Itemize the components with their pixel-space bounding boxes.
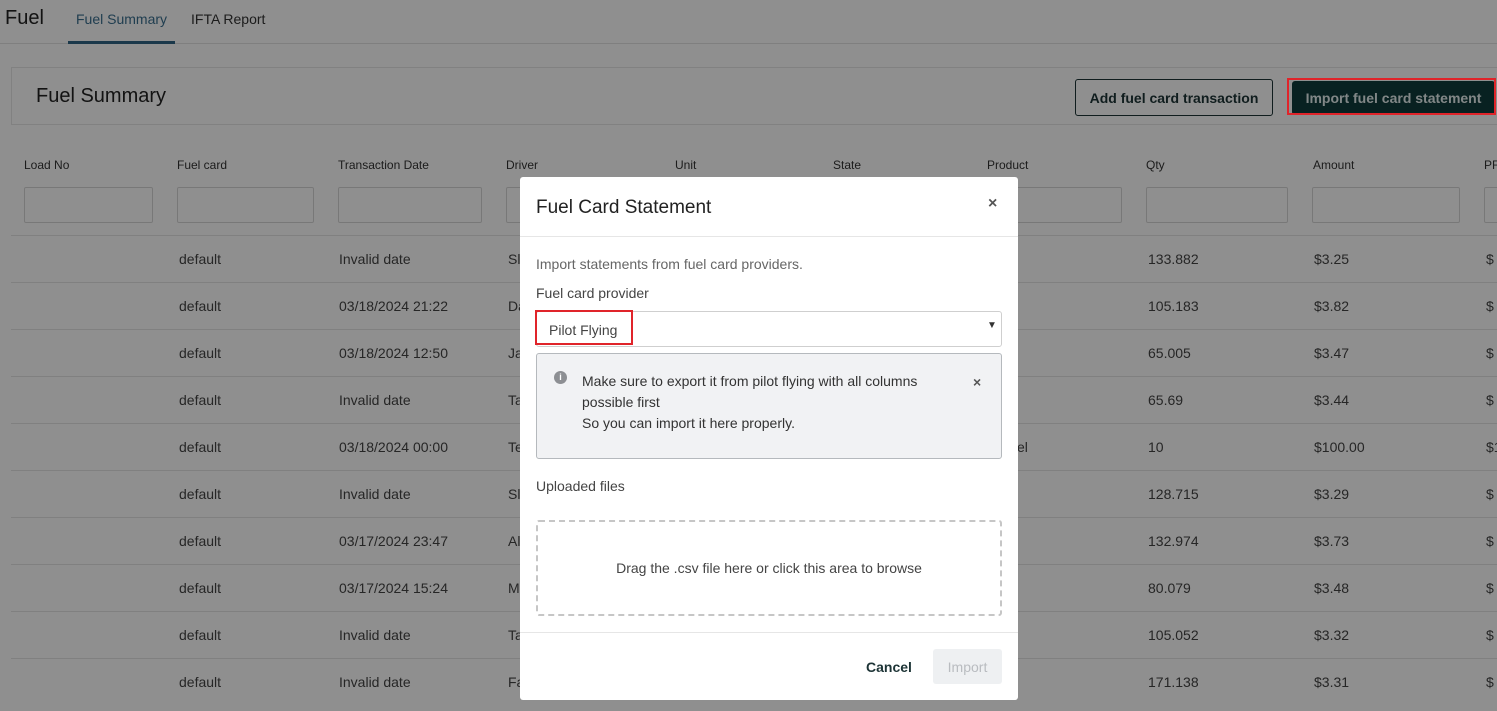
- header-divider: [520, 236, 1018, 237]
- alert-line-2: So you can import it here properly.: [582, 415, 795, 431]
- cancel-button[interactable]: Cancel: [856, 649, 922, 684]
- info-icon: i: [554, 371, 567, 384]
- info-alert: i Make sure to export it from pilot flyi…: [536, 353, 1002, 459]
- highlight-provider-value: [535, 310, 633, 345]
- fuel-card-statement-dialog: Fuel Card Statement × Import statements …: [520, 177, 1018, 700]
- uploaded-files-label: Uploaded files: [536, 478, 625, 494]
- caret-down-icon: ▼: [987, 320, 997, 331]
- dialog-title: Fuel Card Statement: [536, 197, 712, 218]
- alert-close-icon[interactable]: ×: [973, 374, 981, 390]
- alert-message: Make sure to export it from pilot flying…: [582, 371, 962, 434]
- file-dropzone[interactable]: Drag the .csv file here or click this ar…: [536, 520, 1002, 616]
- footer-divider: [520, 632, 1018, 633]
- alert-line-1: Make sure to export it from pilot flying…: [582, 373, 918, 410]
- dialog-description: Import statements from fuel card provide…: [536, 256, 803, 272]
- provider-label: Fuel card provider: [536, 285, 649, 301]
- dropzone-text: Drag the .csv file here or click this ar…: [616, 560, 922, 576]
- close-icon[interactable]: ×: [988, 195, 997, 213]
- highlight-import-button: [1287, 78, 1496, 115]
- import-button[interactable]: Import: [933, 649, 1002, 684]
